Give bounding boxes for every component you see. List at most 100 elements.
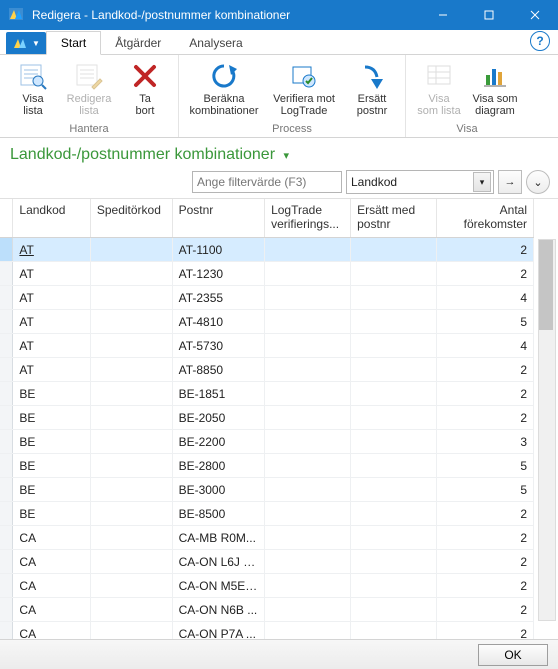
table-cell[interactable] bbox=[351, 358, 437, 382]
table-cell[interactable] bbox=[90, 502, 172, 526]
table-cell[interactable]: AT-4810 bbox=[172, 310, 265, 334]
table-cell[interactable] bbox=[265, 358, 351, 382]
table-cell[interactable]: CA-ON M5E ... bbox=[172, 574, 265, 598]
filter-column-combo[interactable]: Landkod ▾ bbox=[346, 170, 494, 194]
table-cell[interactable]: AT-8850 bbox=[172, 358, 265, 382]
table-cell[interactable] bbox=[265, 382, 351, 406]
visa-lista-button[interactable]: Visa lista bbox=[6, 57, 60, 119]
table-cell[interactable] bbox=[90, 406, 172, 430]
table-cell[interactable]: BE-3000 bbox=[172, 478, 265, 502]
table-cell[interactable] bbox=[0, 358, 13, 382]
table-cell[interactable] bbox=[0, 382, 13, 406]
table-row[interactable]: BE BE-2200 3 bbox=[0, 430, 534, 454]
table-cell[interactable]: AT bbox=[13, 262, 90, 286]
table-row[interactable]: BE BE-8500 2 bbox=[0, 502, 534, 526]
table-cell[interactable]: 5 bbox=[437, 310, 534, 334]
table-row[interactable]: ATAT-57304 bbox=[0, 334, 534, 358]
table-cell[interactable] bbox=[90, 334, 172, 358]
tab-atgarder[interactable]: Åtgärder bbox=[101, 32, 175, 54]
table-row[interactable]: BEBE-20502 bbox=[0, 406, 534, 430]
table-cell[interactable]: BE bbox=[13, 430, 90, 454]
table-row[interactable]: CACA-ON L6J 3J32 bbox=[0, 550, 534, 574]
table-row[interactable]: BEBE-30005 bbox=[0, 478, 534, 502]
table-cell[interactable] bbox=[0, 430, 13, 454]
table-cell[interactable] bbox=[265, 598, 351, 622]
ta-bort-button[interactable]: Ta bort bbox=[118, 57, 172, 119]
col-speditorkod[interactable]: Speditörkod bbox=[90, 199, 172, 238]
table-cell[interactable] bbox=[265, 502, 351, 526]
table-cell[interactable] bbox=[0, 286, 13, 310]
table-cell[interactable] bbox=[0, 502, 13, 526]
table-cell[interactable] bbox=[351, 478, 437, 502]
table-row[interactable]: ATAT-48105 bbox=[0, 310, 534, 334]
table-cell[interactable]: AT-1230 bbox=[172, 262, 265, 286]
table-cell[interactable] bbox=[265, 286, 351, 310]
table-cell[interactable] bbox=[351, 502, 437, 526]
table-cell[interactable] bbox=[90, 238, 172, 262]
filter-go-button[interactable]: → bbox=[498, 170, 522, 194]
table-cell[interactable] bbox=[90, 310, 172, 334]
table-cell[interactable]: 2 bbox=[437, 526, 534, 550]
close-button[interactable] bbox=[512, 0, 558, 30]
col-postnr[interactable]: Postnr bbox=[172, 199, 265, 238]
table-cell[interactable] bbox=[0, 598, 13, 622]
table-cell[interactable] bbox=[351, 262, 437, 286]
data-grid[interactable]: Landkod Speditörkod Postnr LogTrade veri… bbox=[0, 199, 534, 646]
table-cell[interactable]: BE-2200 bbox=[172, 430, 265, 454]
table-cell[interactable]: AT bbox=[13, 286, 90, 310]
table-cell[interactable] bbox=[0, 310, 13, 334]
table-cell[interactable]: BE bbox=[13, 454, 90, 478]
table-cell[interactable]: CA bbox=[13, 574, 90, 598]
tab-analysera[interactable]: Analysera bbox=[175, 32, 256, 54]
table-cell[interactable] bbox=[351, 574, 437, 598]
table-cell[interactable]: AT bbox=[13, 358, 90, 382]
table-cell[interactable] bbox=[265, 334, 351, 358]
col-logtrade[interactable]: LogTrade verifierings... bbox=[265, 199, 351, 238]
table-cell[interactable]: CA-MB R0M... bbox=[172, 526, 265, 550]
table-cell[interactable] bbox=[351, 238, 437, 262]
table-cell[interactable] bbox=[90, 286, 172, 310]
table-cell[interactable] bbox=[351, 406, 437, 430]
table-cell[interactable]: AT-1100 bbox=[172, 238, 265, 262]
col-antal[interactable]: Antal förekomster bbox=[437, 199, 534, 238]
table-cell[interactable] bbox=[265, 406, 351, 430]
table-cell[interactable] bbox=[90, 430, 172, 454]
table-cell[interactable]: BE bbox=[13, 502, 90, 526]
table-cell[interactable]: 2 bbox=[437, 502, 534, 526]
table-cell[interactable] bbox=[351, 430, 437, 454]
minimize-button[interactable] bbox=[420, 0, 466, 30]
table-cell[interactable] bbox=[0, 526, 13, 550]
table-cell[interactable]: CA bbox=[13, 526, 90, 550]
table-cell[interactable]: 2 bbox=[437, 262, 534, 286]
table-cell[interactable]: AT bbox=[13, 238, 90, 262]
table-cell[interactable] bbox=[90, 478, 172, 502]
filter-expand-button[interactable]: ⌄ bbox=[526, 170, 550, 194]
table-cell[interactable] bbox=[265, 238, 351, 262]
visa-som-diagram-button[interactable]: Visa som diagram bbox=[468, 57, 522, 119]
table-cell[interactable] bbox=[351, 550, 437, 574]
table-cell[interactable]: 2 bbox=[437, 358, 534, 382]
scrollbar-thumb[interactable] bbox=[539, 240, 553, 330]
table-cell[interactable] bbox=[351, 286, 437, 310]
page-heading[interactable]: Landkod-/postnummer kombinationer ▾ bbox=[10, 146, 289, 164]
table-cell[interactable]: 3 bbox=[437, 430, 534, 454]
table-cell[interactable] bbox=[0, 334, 13, 358]
table-cell[interactable] bbox=[265, 550, 351, 574]
table-cell[interactable] bbox=[265, 526, 351, 550]
berakna-kombinationer-button[interactable]: Beräkna kombinationer bbox=[185, 57, 263, 119]
table-row[interactable]: CACA-ON N6B ...2 bbox=[0, 598, 534, 622]
table-cell[interactable]: 2 bbox=[437, 382, 534, 406]
table-cell[interactable]: BE-8500 bbox=[172, 502, 265, 526]
table-cell[interactable] bbox=[265, 574, 351, 598]
tab-start[interactable]: Start bbox=[46, 31, 101, 55]
table-cell[interactable]: 2 bbox=[437, 550, 534, 574]
vertical-scrollbar[interactable] bbox=[538, 239, 556, 621]
col-ersatt[interactable]: Ersätt med postnr bbox=[351, 199, 437, 238]
table-cell[interactable]: BE bbox=[13, 478, 90, 502]
table-cell[interactable] bbox=[0, 406, 13, 430]
table-cell[interactable] bbox=[265, 478, 351, 502]
ersatt-postnr-button[interactable]: Ersätt postnr bbox=[345, 57, 399, 119]
visa-som-lista-button[interactable]: Visa som lista bbox=[412, 57, 466, 119]
table-cell[interactable] bbox=[90, 454, 172, 478]
table-cell[interactable] bbox=[0, 262, 13, 286]
